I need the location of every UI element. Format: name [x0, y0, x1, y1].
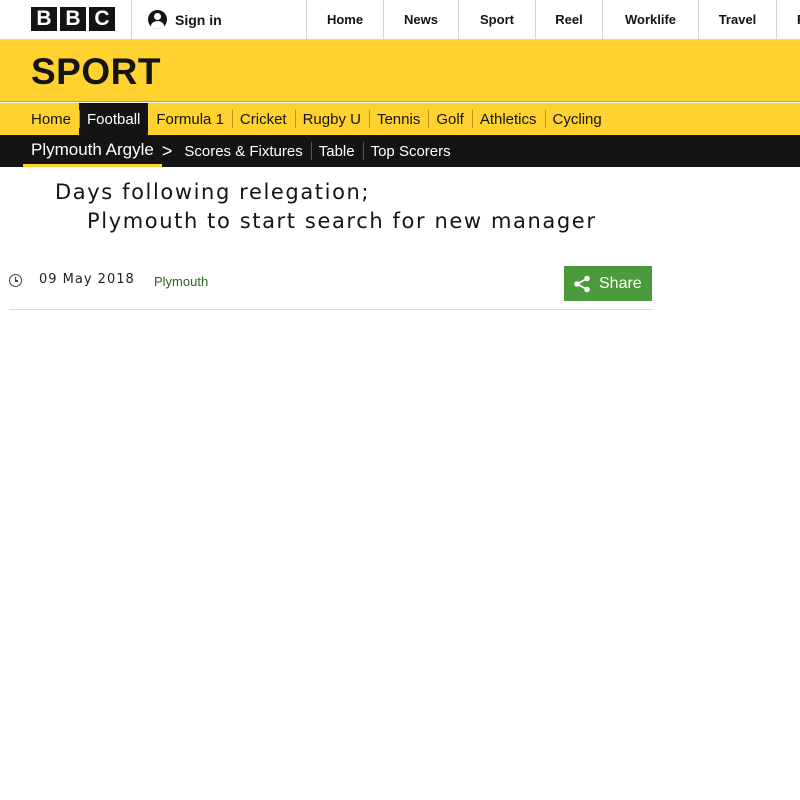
sport-tab-tennis[interactable]: Tennis — [368, 103, 428, 135]
sport-tab-athletics[interactable]: Athletics — [471, 103, 545, 135]
share-label: Share — [599, 274, 642, 292]
sport-title[interactable]: SPORT — [31, 51, 161, 93]
subnav-table[interactable]: Table — [310, 135, 363, 167]
headline-line-1: Days following relegation; — [55, 180, 371, 204]
share-button[interactable]: Share — [564, 266, 652, 301]
logo-letter-b1: B — [31, 7, 57, 31]
global-nav-news[interactable]: News — [383, 0, 458, 39]
share-icon — [574, 275, 590, 292]
sport-tab-formula-1[interactable]: Formula 1 — [148, 103, 232, 135]
sport-tab-golf[interactable]: Golf — [428, 103, 472, 135]
sign-in-button[interactable]: Sign in — [131, 0, 306, 39]
logo-letter-c: C — [89, 7, 115, 31]
headline-line-2: Plymouth to start search for new manager — [87, 209, 597, 233]
subnav-top-scorers[interactable]: Top Scorers — [362, 135, 459, 167]
article-date: 09 May 2018 — [39, 272, 135, 287]
sport-nav: Home Football Formula 1 Cricket Rugby U … — [0, 103, 800, 135]
clock-icon — [9, 274, 22, 287]
article-headline: Days following relegation; Plymouth to s… — [55, 178, 695, 236]
sign-in-label: Sign in — [175, 11, 222, 28]
article-tag-link[interactable]: Plymouth — [154, 274, 208, 289]
global-nav-sport[interactable]: Sport — [458, 0, 535, 39]
team-link[interactable]: Plymouth Argyle — [23, 135, 162, 167]
bbc-logo[interactable]: B B C — [31, 7, 115, 31]
global-nav-worklife[interactable]: Worklife — [602, 0, 698, 39]
global-nav-reel[interactable]: Reel — [535, 0, 602, 39]
global-header: B B C Sign in Home News Sport Reel Workl… — [0, 0, 800, 40]
global-nav-more[interactable]: F — [776, 0, 800, 39]
subnav-scores-fixtures[interactable]: Scores & Fixtures — [176, 135, 310, 167]
sport-banner: SPORT — [0, 40, 800, 102]
sport-tab-cricket[interactable]: Cricket — [231, 103, 295, 135]
sport-tab-cycling[interactable]: Cycling — [544, 103, 610, 135]
sport-tab-home[interactable]: Home — [23, 103, 79, 135]
team-subnav: Plymouth Argyle > Scores & Fixtures Tabl… — [0, 135, 800, 167]
global-nav-home[interactable]: Home — [306, 0, 383, 39]
user-icon — [148, 10, 167, 29]
chevron-right-icon: > — [161, 141, 173, 161]
global-nav: Home News Sport Reel Worklife Travel F — [306, 0, 800, 39]
sport-tab-football[interactable]: Football — [79, 103, 149, 135]
sport-tab-rugby-u[interactable]: Rugby U — [294, 103, 369, 135]
logo-letter-b2: B — [60, 7, 86, 31]
global-nav-travel[interactable]: Travel — [698, 0, 776, 39]
article-meta: 09 May 2018 Plymouth Share — [9, 264, 654, 310]
